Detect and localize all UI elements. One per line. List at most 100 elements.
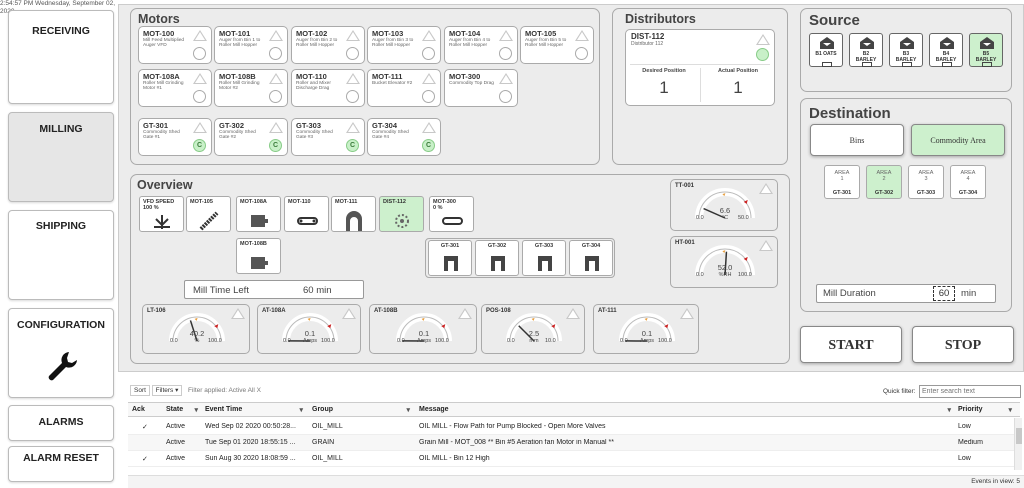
motor-tile[interactable]: MOT-110 Roller and Mixer Discharge Drag xyxy=(291,69,365,107)
column-header[interactable]: State ▾ xyxy=(166,406,202,420)
alarm-triangle-icon xyxy=(575,30,589,41)
motor-tile[interactable]: MOT-100 Mill Feed Multiplied Auger VFD xyxy=(138,26,212,64)
alarm-triangle-icon xyxy=(346,73,360,84)
area-num: 1 xyxy=(840,176,844,182)
alarm-triangle-icon xyxy=(499,73,513,84)
grid-footer: Events in view: 5 xyxy=(128,475,1024,488)
gate-item[interactable]: GT-304 xyxy=(569,240,613,276)
column-header[interactable]: Message ▾ xyxy=(419,406,955,420)
alarm-cell-time: Sun Aug 30 2020 18:08:59 ... xyxy=(205,455,296,462)
motor-tile[interactable]: MOT-102 Auger from Bin 2 to Roller Mill H… xyxy=(291,26,365,64)
column-header[interactable]: Ack xyxy=(132,406,162,420)
grid-scrollbar[interactable] xyxy=(1014,418,1022,470)
overview-item[interactable]: MOT-108B xyxy=(236,238,281,274)
gate-item[interactable]: GT-302 xyxy=(475,240,519,276)
nav-receiving-button[interactable]: RECEIVING xyxy=(8,10,114,104)
overview-item[interactable]: MOT-300 0 % xyxy=(429,196,474,232)
mill-duration-input[interactable]: 60 xyxy=(933,286,955,301)
area-button[interactable]: AREA 3 GT-303 xyxy=(908,165,944,199)
motor-id: GT-303 xyxy=(296,121,322,130)
alarm-triangle-icon xyxy=(193,122,207,133)
area-button[interactable]: AREA 1 GT-301 xyxy=(824,165,860,199)
motor-desc: Commodity Shed Gate #4 xyxy=(372,130,409,141)
commodity-area-button[interactable]: Commodity Area xyxy=(911,124,1005,156)
overview-item[interactable]: DIST-112 xyxy=(379,196,424,232)
distributors-panel: Distributors DIST-112 Distributor 112 De… xyxy=(612,8,788,165)
filters-button[interactable]: Filters ▾ xyxy=(152,385,182,396)
bin-icon xyxy=(859,36,875,52)
alarm-row[interactable]: ✓ Active Sun Aug 30 2020 18:08:59 ... OIL_M… xyxy=(128,451,1016,467)
motor-tile[interactable]: MOT-104 Auger from Bin 4 to Roller Mill H… xyxy=(444,26,518,64)
bin-icon xyxy=(899,36,915,52)
motor-tile[interactable]: MOT-108B Roller Mill Grinding Motor #2 xyxy=(214,69,288,107)
alarm-triangle-icon xyxy=(422,73,436,84)
start-button[interactable]: START xyxy=(800,326,902,363)
nav-shipping-button[interactable]: SHIPPING xyxy=(8,210,114,300)
overview-item[interactable]: VFD SPEED 100 % xyxy=(139,196,184,232)
mill-time-box: Mill Time Left 60 min xyxy=(184,280,364,299)
alarm-row[interactable]: Active Tue Sep 01 2020 18:55:15 ... GRAIN G… xyxy=(128,435,1016,451)
area-gate: GT-301 xyxy=(832,190,852,196)
alarm-cell-time: Wed Sep 02 2020 00:50:28... xyxy=(205,423,296,430)
motor-tile[interactable]: GT-304 Commodity Shed Gate #4 C xyxy=(367,118,441,156)
alarm-triangle-icon xyxy=(269,73,283,84)
alarm-triangle-icon xyxy=(422,122,436,133)
column-header[interactable]: Priority ▾ xyxy=(958,406,1016,420)
gauge-value: 0.1 xyxy=(641,329,653,338)
quick-filter-input[interactable] xyxy=(919,385,1021,398)
mill-duration-unit: min xyxy=(961,288,977,299)
status-indicator-icon xyxy=(269,90,282,103)
motor-desc: Auger from Bin 4 to Roller Mill Hopper xyxy=(449,38,491,49)
motor-desc: Auger from Bin 2 to Roller Mill Hopper xyxy=(296,38,338,49)
motor-tile[interactable]: GT-303 Commodity Shed Gate #3 C xyxy=(291,118,365,156)
gate-label: GT-303 xyxy=(534,243,554,249)
gate-icon xyxy=(443,254,459,277)
source-bin-button[interactable]: B5 BARLEY xyxy=(969,33,1003,67)
motor-tile[interactable]: GT-302 Commodity Shed Gate #2 C xyxy=(214,118,288,156)
source-bin-button[interactable]: B1 OATS xyxy=(809,33,843,67)
source-bin-button[interactable]: B2 BARLEY xyxy=(849,33,883,67)
motor-desc: Roller Mill Grinding Motor #1 xyxy=(143,81,184,92)
alarm-reset-button[interactable]: ALARM RESET xyxy=(8,446,114,482)
source-bin-button[interactable]: B4 BARLEY xyxy=(929,33,963,67)
nav-label: CONFIGURATION xyxy=(17,319,105,331)
dist-112-tile[interactable]: DIST-112 Distributor 112 Desired Positio… xyxy=(625,29,775,106)
overview-label: MOT-105 xyxy=(190,199,213,205)
motor-tile[interactable]: MOT-103 Auger from Bin 3 to Roller Mill H… xyxy=(367,26,441,64)
area-num: 4 xyxy=(966,176,970,182)
nav-configuration-button[interactable]: CONFIGURATION xyxy=(8,308,114,398)
alarm-triangle-icon xyxy=(193,30,207,41)
stop-button[interactable]: STOP xyxy=(912,326,1014,363)
column-header[interactable]: Event Time ▾ xyxy=(205,406,307,420)
gauge-unit: Amps xyxy=(302,338,318,344)
gate-item[interactable]: GT-301 xyxy=(428,240,472,276)
mill-time-value: 60 min xyxy=(303,285,332,296)
motor-tile[interactable]: MOT-105 Auger from Bin 5 to Roller Mill H… xyxy=(520,26,594,64)
motor-tile[interactable]: GT-301 Commodity Shed Gate #1 C xyxy=(138,118,212,156)
alarm-row[interactable]: ✓ Active Wed Sep 02 2020 00:50:28... OIL_MI… xyxy=(128,419,1016,435)
area-button[interactable]: AREA 2 GT-302 xyxy=(866,165,902,199)
gauge-ht-001: HT-001 52.0 %RH 0.0 100.0 xyxy=(670,236,778,288)
source-bin-button[interactable]: B3 BARLEY xyxy=(889,33,923,67)
nav-alarms-button[interactable]: ALARMS xyxy=(8,405,114,441)
motor-tile[interactable]: MOT-108A Roller Mill Grinding Motor #1 xyxy=(138,69,212,107)
sort-button[interactable]: Sort xyxy=(130,385,150,396)
overview-item[interactable]: MOT-111 xyxy=(331,196,376,232)
column-header[interactable]: Group ▾ xyxy=(312,406,414,420)
overview-item[interactable]: MOT-110 xyxy=(284,196,329,232)
bins-button[interactable]: Bins xyxy=(810,124,904,156)
motor-tile[interactable]: MOT-101 Auger from Bin 1 to Roller Mill H… xyxy=(214,26,288,64)
status-indicator-icon: C xyxy=(422,139,435,152)
area-button[interactable]: AREA 4 GT-304 xyxy=(950,165,986,199)
motor-tile[interactable]: MOT-111 Bucket Elevator #2 xyxy=(367,69,441,107)
motor-tile[interactable]: MOT-300 Commodity Top Drag xyxy=(444,69,518,107)
overview-item[interactable]: MOT-105 xyxy=(186,196,231,232)
motor-desc: Commodity Shed Gate #1 xyxy=(143,130,180,141)
overview-item[interactable]: MOT-108A xyxy=(236,196,281,232)
motor-id: MOT-111 xyxy=(372,72,403,81)
dist-id: DIST-112 xyxy=(631,32,665,41)
motor-desc: Commodity Shed Gate #3 xyxy=(296,130,333,141)
gate-item[interactable]: GT-303 xyxy=(522,240,566,276)
gauge-value: 6.6 xyxy=(719,206,731,215)
nav-milling-button[interactable]: MILLING xyxy=(8,112,114,202)
